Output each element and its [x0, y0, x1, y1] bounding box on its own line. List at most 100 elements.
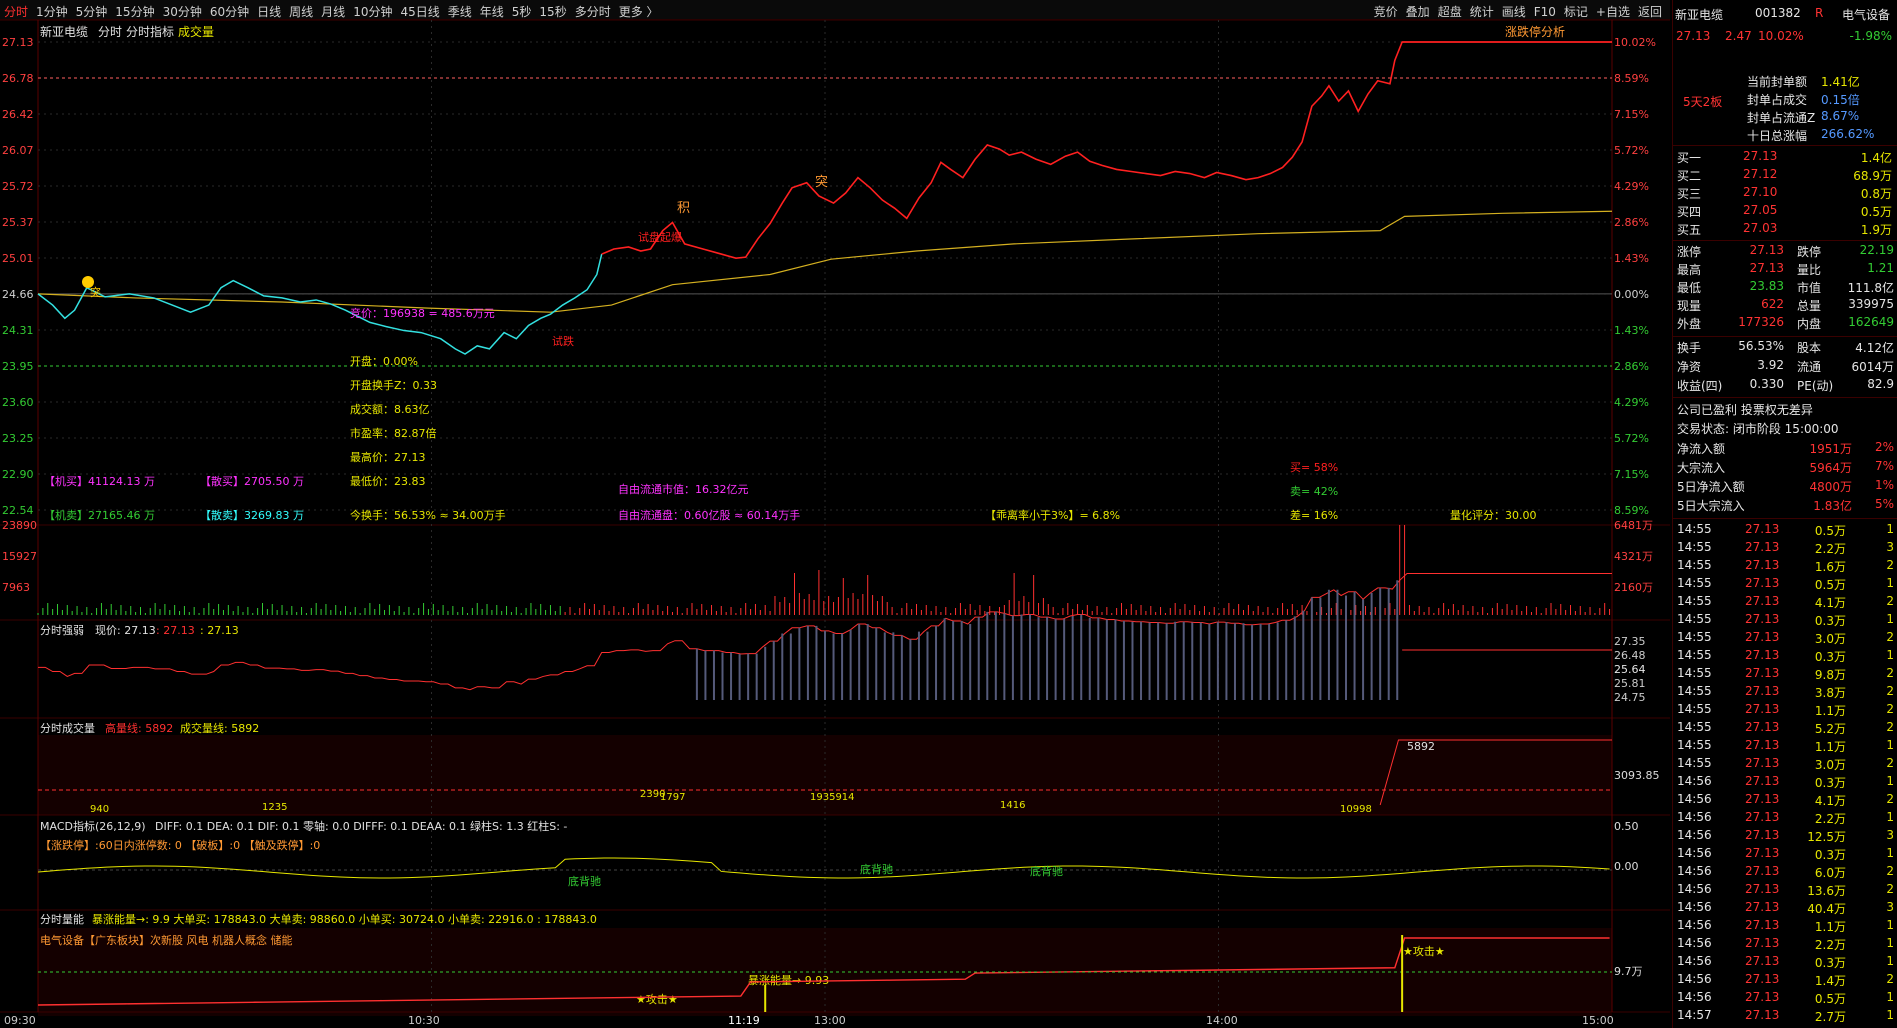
tick-row: 14:57 27.13 2.7万 1	[1677, 1008, 1894, 1024]
stat2-row: 换手 56.53% 股本 4.12亿	[1677, 339, 1894, 355]
period-tab-16[interactable]: 更多 〉	[615, 0, 663, 20]
deviation-text: 【乖离率小于3%】= 6.8%	[985, 508, 1120, 522]
period-tab-9[interactable]: 10分钟	[349, 0, 396, 20]
tool-button-1[interactable]: 叠加	[1402, 0, 1434, 20]
tool-button-4[interactable]: 画线	[1498, 0, 1530, 20]
energy-label: 暴涨能量→ 9.93	[748, 973, 829, 987]
flow-row: 净流入额 1951万 2%	[1677, 440, 1894, 456]
period-tab-13[interactable]: 5秒	[508, 0, 536, 20]
seal-row: 封单占流通Z 8.67%	[1747, 109, 1860, 125]
period-tab-7[interactable]: 周线	[285, 0, 317, 20]
tick-row: 14:55 27.13 2.2万 3	[1677, 540, 1894, 556]
energy-values: 暴涨能量→: 9.9 大单买: 178843.0 大单卖: 98860.0 小单…	[92, 912, 597, 926]
open-stat: 开盘：0.00%	[350, 354, 418, 368]
vol-label: 10998	[1340, 804, 1372, 815]
strength-v1: : 27.13	[156, 624, 195, 637]
tick-row: 14:55 27.13 9.8万 2	[1677, 666, 1894, 682]
strength-tick: 24.75	[1614, 691, 1646, 704]
tick-row: 14:56 27.13 6.0万 2	[1677, 864, 1894, 880]
energy-attack-2: ★攻击★	[1403, 944, 1445, 958]
bid-row: 买二 27.12 68.9万	[1677, 167, 1892, 183]
period-tab-10[interactable]: 45日线	[396, 0, 443, 20]
marker-qibao: 试盘起爆	[638, 230, 682, 244]
pct-tick: 7.15%	[1614, 108, 1649, 121]
flow-row: 大宗流入 5964万 7%	[1677, 459, 1894, 475]
pct-tick: 10.02%	[1614, 36, 1656, 49]
time-tick: 14:00	[1206, 1014, 1238, 1027]
tool-button-6[interactable]: 标记	[1560, 0, 1592, 20]
period-tab-15[interactable]: 多分时	[571, 0, 615, 20]
vol-line-label: 成交量线: 5892	[180, 721, 259, 735]
stat-row: 最高 27.13 量比 1.21	[1677, 261, 1894, 277]
tool-button-0[interactable]: 竞价	[1370, 0, 1402, 20]
vol-tick: 7963	[2, 581, 30, 594]
period-tab-4[interactable]: 30分钟	[159, 0, 206, 20]
period-tab-0[interactable]: 分时	[0, 0, 32, 20]
tick-row: 14:55 27.13 0.3万 1	[1677, 612, 1894, 628]
tool-button-2[interactable]: 超盘	[1434, 0, 1466, 20]
stat-row: 现量 622 总量 339975	[1677, 297, 1894, 313]
quote-price: 27.13 2.47 10.02% -1.98%	[1676, 29, 1892, 43]
pct-tick: 2.86%	[1614, 360, 1649, 373]
vol-label: 2390	[640, 789, 665, 800]
tab-indicator: 分时指标	[126, 24, 174, 39]
vol-tick-right: 6481万	[1614, 519, 1653, 532]
price-tick: 25.01	[2, 252, 34, 265]
tool-button-8[interactable]: 返回	[1634, 0, 1666, 20]
macd-divergence-marker: 底背驰	[1030, 864, 1063, 878]
period-tab-8[interactable]: 月线	[317, 0, 349, 20]
seal-row: 当前封单额 1.41亿	[1747, 75, 1860, 89]
energy-sector: 电气设备【广东板块】次新股 风电 机器人概念 储能	[40, 933, 293, 947]
period-tab-11[interactable]: 季线	[444, 0, 476, 20]
period-tab-2[interactable]: 5分钟	[72, 0, 112, 20]
pct-tick: 7.15%	[1614, 468, 1649, 481]
price-tick: 24.31	[2, 324, 34, 337]
tool-button-3[interactable]: 统计	[1466, 0, 1498, 20]
tick-row: 14:55 27.13 3.8万 2	[1677, 684, 1894, 700]
period-tab-6[interactable]: 日线	[253, 0, 285, 20]
macd-values: DIFF: 0.1 DEA: 0.1 DIF: 0.1 零轴: 0.0 DIFF…	[155, 819, 567, 833]
vol-panel-title: 分时成交量	[40, 721, 95, 735]
open-stat: 最低价：23.83	[350, 475, 426, 488]
stat2-row: 收益(四) 0.330 PE(动) 82.9	[1677, 377, 1894, 393]
tick-row: 14:56 27.13 4.1万 2	[1677, 792, 1894, 808]
tick-row: 14:56 27.13 40.4万 3	[1677, 900, 1894, 916]
time-tick: 13:00	[814, 1014, 846, 1027]
energy-attack-1: ★攻击★	[636, 992, 678, 1006]
macd-tick: 0.50	[1614, 820, 1639, 833]
chart-bg	[0, 20, 1670, 1028]
pct-tick: 1.43%	[1614, 252, 1649, 265]
price-tick: 23.25	[2, 432, 34, 445]
tick-row: 14:55 27.13 1.1万 1	[1677, 738, 1894, 754]
period-tab-14[interactable]: 15秒	[535, 0, 570, 20]
seal-row: 封单占成交 0.15倍	[1747, 93, 1860, 107]
macd-limit-stats: 【涨跌停】:60日内涨停数: 0 【破板】:0 【触及跌停】:0	[40, 838, 320, 852]
period-tab-3[interactable]: 15分钟	[111, 0, 158, 20]
tick-row: 14:55 27.13 0.5万 1	[1677, 576, 1894, 592]
open-stat: 成交额：8.63亿	[350, 402, 430, 416]
intraday-chart[interactable]: 新亚电缆 分时 分时指标 成交量 涨跌停分析 27.13 10.02% 26.78 8.59% 2…	[0, 20, 1670, 1028]
pct-tick: 0.00%	[1614, 288, 1649, 301]
tab-volume: 成交量	[178, 24, 214, 39]
stat-row: 最低 23.83 市值 111.8亿	[1677, 279, 1894, 295]
tick-row: 14:56 27.13 0.5万 1	[1677, 990, 1894, 1006]
open-stat: 最高价：27.13	[350, 450, 426, 464]
tick-row: 14:55 27.13 1.6万 2	[1677, 558, 1894, 574]
pct-tick: 1.43%	[1614, 324, 1649, 337]
stat-row: 外盘 177326 内盘 162649	[1677, 315, 1894, 331]
strength-tick: 25.64	[1614, 663, 1646, 676]
bid-row: 买三 27.10 0.8万	[1677, 185, 1892, 201]
pct-tick: 4.29%	[1614, 180, 1649, 193]
tool-button-5[interactable]: F10	[1530, 2, 1560, 19]
period-toolbar: 分时 1分钟 5分钟 15分钟 30分钟 60分钟 日线 周线 月线 10分钟 45日线 季线 年线 5秒…	[0, 0, 1670, 20]
period-tab-12[interactable]: 年线	[476, 0, 508, 20]
tick-row: 14:56 27.13 2.2万 1	[1677, 810, 1894, 826]
tick-row: 14:56 27.13 13.6万 2	[1677, 882, 1894, 898]
period-tab-1[interactable]: 1分钟	[32, 0, 72, 20]
buy-ratio-text: 买= 58%	[1290, 461, 1338, 474]
open-stat: 市盈率：82.87倍	[350, 426, 437, 440]
period-tab-5[interactable]: 60分钟	[206, 0, 253, 20]
price-tick: 22.90	[2, 468, 34, 481]
vol-tick-right: 2160万	[1614, 581, 1653, 594]
tool-button-7[interactable]: +自选	[1592, 0, 1634, 20]
